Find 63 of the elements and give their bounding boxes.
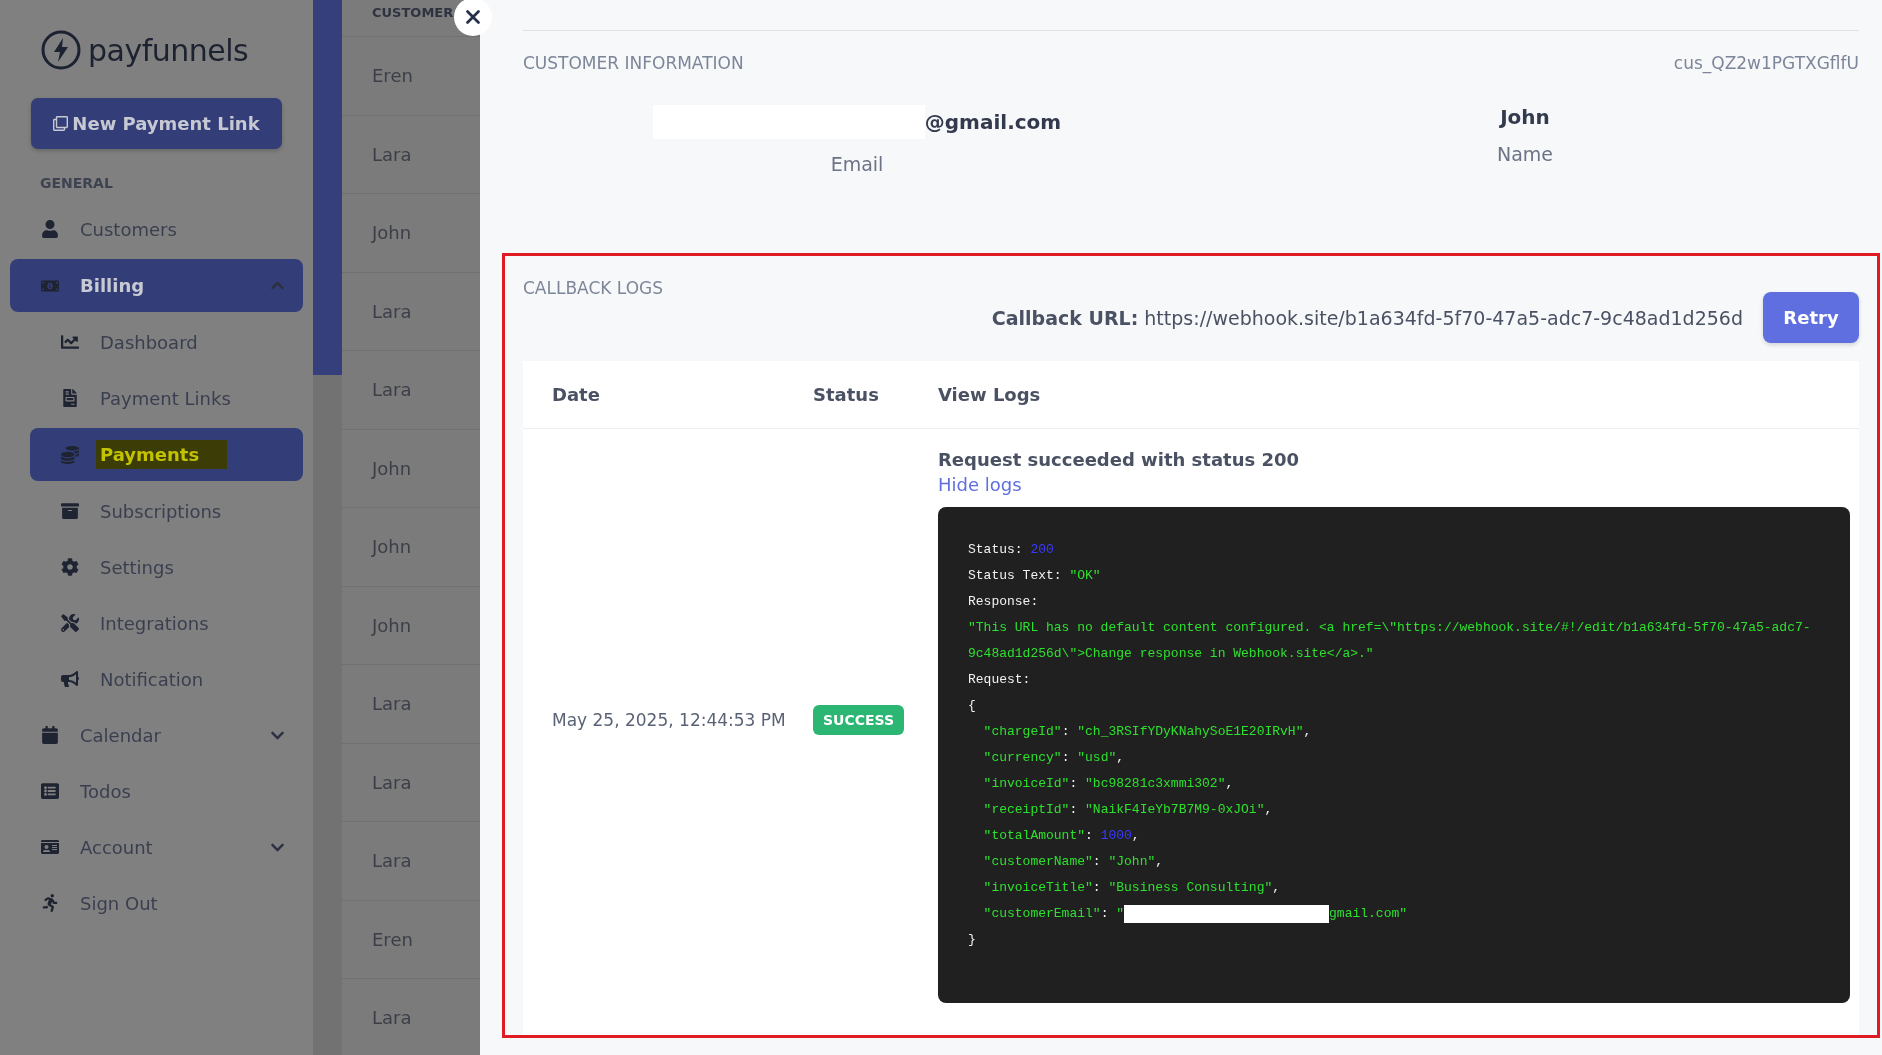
megaphone-icon	[60, 670, 80, 688]
sidebar-item[interactable]: Account	[10, 819, 303, 875]
sidebar-subitem[interactable]: Payment Links	[30, 370, 303, 426]
close-button[interactable]	[454, 0, 492, 36]
table-cell: John	[342, 429, 480, 508]
settings-icon	[60, 558, 80, 576]
table-cell: Lara	[342, 822, 480, 901]
sidebar-item[interactable]: Sign Out	[10, 875, 303, 931]
sidebar-subitem[interactable]: Settings	[30, 539, 303, 595]
column-header: Status	[813, 361, 938, 429]
table-cell: Lara	[342, 115, 480, 194]
log-output: Status: 200 Status Text: "OK" Response: "This URL has no default content configured. <a href=\"https://webhook.site/#!/edit/b1a634fd-5f70-47a5-adc7-9c48ad1d256d\">Change response in Webhook.site</a>." Request: { "chargeId": "ch_3RSIfYDyKNahySoE1E20IRvH", "currency": "usd", "invoiceId": "bc98281c3xmmi302", "receiptId": "NaikF4IeYb7B7M9-0xJOi", "totalAmount": 1000, "customerName": "John", "invoiceTitle": "Business Consulting", "customerEmail": " gmail.com" }	[938, 507, 1850, 1003]
table-cell: John	[342, 508, 480, 587]
table-cell: John	[342, 586, 480, 665]
sidebar-item[interactable]: Customers	[10, 201, 303, 257]
section-title: CUSTOMER INFORMATION	[523, 53, 744, 73]
sidebar-subitem[interactable]: Notification	[30, 651, 303, 707]
coins-icon	[60, 445, 80, 464]
customer-id: cus_QZ2w1PGTXGflfU	[1673, 53, 1859, 73]
field-value: @gmail.com	[924, 110, 1062, 134]
table-cell: Eren	[342, 900, 480, 979]
status-badge: SUCCESS	[813, 705, 905, 735]
sidebar-item[interactable]: Calendar	[10, 707, 303, 763]
user-icon	[40, 220, 60, 238]
scrollbar-thumb[interactable]	[313, 0, 342, 375]
sidebar-item[interactable]: Todos	[10, 763, 303, 819]
section-heading: GENERAL	[40, 175, 114, 191]
section-title: CALLBACK LOGS	[523, 278, 665, 298]
tools-icon	[60, 614, 80, 632]
brand-name: payfunnels	[88, 32, 249, 68]
table-cell: Lara	[342, 979, 480, 1055]
sidebar-subitem[interactable]: Payments	[30, 428, 303, 481]
hide-logs-link[interactable]: Hide logs	[938, 474, 1022, 495]
id-card-icon	[40, 838, 60, 856]
status-message: Request succeeded with status 200	[938, 449, 1300, 470]
field-label: Name	[1496, 143, 1554, 165]
sidebar-item[interactable]: Billing	[10, 259, 303, 312]
sidebar-subitem[interactable]: Dashboard	[30, 314, 303, 370]
column-header[interactable]: CUSTOMER	[372, 5, 454, 21]
lightning-logo-icon	[40, 29, 82, 71]
table-cell: Eren	[342, 37, 480, 116]
table-cell: Lara	[342, 272, 480, 351]
archive-icon	[60, 502, 80, 520]
retry-button[interactable]: Retry	[1763, 292, 1859, 343]
calendar-icon	[40, 726, 60, 744]
list-icon	[40, 782, 60, 800]
callback-url: Callback URL: https://webhook.site/b1a634fd-5f70-47a5-adc7-9c48ad1d256d	[991, 306, 1743, 329]
chart-icon	[60, 333, 80, 351]
date-text: May 25, 2025, 12:44:53 PM	[552, 710, 786, 730]
document-icon	[60, 389, 80, 407]
new-payment-link-button[interactable]: New Payment Link	[31, 98, 282, 149]
table-cell: Lara	[342, 351, 480, 430]
field-label: Email	[830, 153, 884, 175]
table-cell: Lara	[342, 665, 480, 744]
column-header: View Logs	[938, 361, 1859, 429]
running-person-icon	[40, 894, 60, 912]
sidebar-subitem[interactable]: Subscriptions	[30, 483, 303, 539]
table-cell: John	[342, 194, 480, 273]
copy-icon	[53, 116, 69, 131]
field-value: John	[1500, 105, 1550, 129]
table-cell: Lara	[342, 743, 480, 822]
sidebar-subitem[interactable]: Integrations	[30, 595, 303, 651]
column-header: Date	[523, 361, 813, 429]
